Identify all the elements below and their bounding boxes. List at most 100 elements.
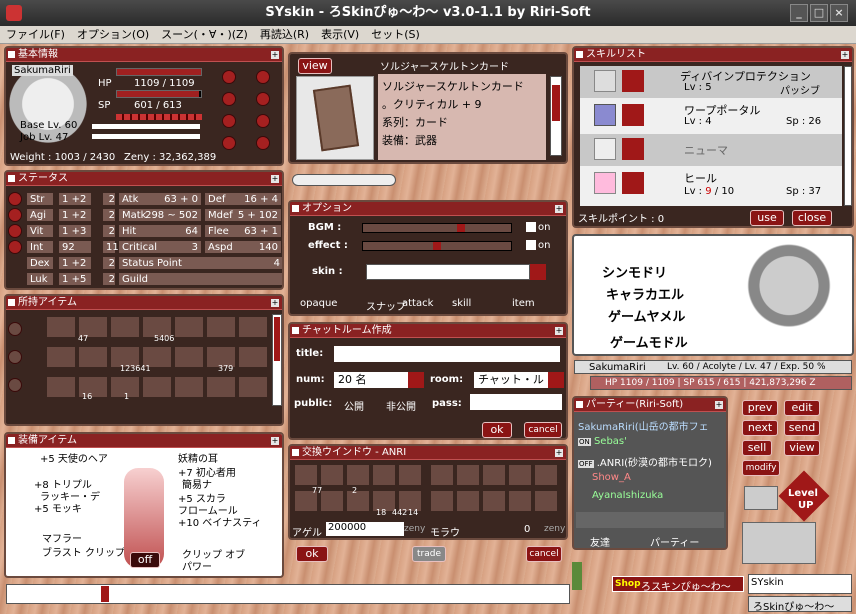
use-button[interactable]: use <box>750 210 784 226</box>
trade-give-slot[interactable] <box>372 464 396 486</box>
shop-sign[interactable]: Shop ろスキンぴゅ〜わ〜 <box>612 576 744 593</box>
sell-button[interactable]: sell <box>742 440 772 456</box>
stat-orb[interactable] <box>222 70 236 84</box>
skill-row[interactable]: ヒール Lv : 9 / 10 Sp : 37 <box>580 168 842 202</box>
stat-orb[interactable] <box>256 136 270 150</box>
next-button[interactable]: next <box>742 420 778 436</box>
room-select[interactable]: チャット・ルー <box>474 372 548 388</box>
stat-orb[interactable] <box>8 240 22 254</box>
party-member[interactable]: Show_A <box>592 472 631 483</box>
menu-file[interactable]: ファイル(F) <box>0 26 71 44</box>
menu-return-game[interactable]: ゲームモドル <box>610 332 688 351</box>
stat-orb[interactable] <box>256 114 270 128</box>
inventory-slot[interactable] <box>238 376 268 398</box>
effect-slider[interactable] <box>362 241 512 251</box>
inventory-slot[interactable] <box>206 316 236 338</box>
menu-exit-game[interactable]: ゲームヤメル <box>608 306 685 325</box>
close-button[interactable]: close <box>792 210 832 226</box>
trade-receive-slot[interactable] <box>430 464 454 486</box>
trade-give-slot[interactable] <box>294 464 318 486</box>
stat-orb[interactable] <box>256 92 270 106</box>
tab-strip[interactable] <box>292 174 396 186</box>
chevron-down-icon[interactable] <box>548 372 564 388</box>
effect-slider-thumb[interactable] <box>433 242 441 250</box>
trade-receive-slot[interactable] <box>508 490 532 512</box>
inventory-slot[interactable] <box>238 346 268 368</box>
trade-give-slot[interactable] <box>398 464 422 486</box>
nav-view-button[interactable]: view <box>784 440 820 456</box>
view-button[interactable]: view <box>298 58 332 74</box>
maximize-button[interactable]: □ <box>810 4 828 22</box>
inventory-slot[interactable] <box>142 376 172 398</box>
trade-give-slot[interactable] <box>346 464 370 486</box>
equip-slot[interactable]: ブラスト クリップ <box>42 544 125 559</box>
item-scrollbar[interactable] <box>550 76 562 156</box>
bgm-slider[interactable] <box>362 223 512 233</box>
cancel-button[interactable]: cancel <box>524 422 562 438</box>
inventory-tab[interactable] <box>8 322 22 336</box>
trade-receive-slot[interactable] <box>534 464 558 486</box>
skill-row[interactable]: ニューマ <box>580 134 842 166</box>
pass-input[interactable] <box>470 394 562 410</box>
app-icon[interactable] <box>6 5 22 21</box>
stat-orb[interactable] <box>222 136 236 150</box>
trade-give-slot[interactable] <box>320 464 344 486</box>
equip-slot[interactable]: マフラー <box>42 530 82 545</box>
skill-row[interactable]: ディバインプロテクション Lv : 5 パッシブ <box>580 66 842 98</box>
party-tab[interactable]: パーティー <box>650 534 699 548</box>
stat-raise-button[interactable]: 2 <box>102 192 116 206</box>
inventory-slot[interactable] <box>110 316 140 338</box>
stat-raise-button[interactable]: 2 <box>102 224 116 238</box>
chevron-down-icon[interactable] <box>408 372 424 388</box>
stat-raise-button[interactable]: 2 <box>102 272 116 286</box>
trade-cancel-button[interactable]: cancel <box>526 546 562 562</box>
trade-receive-slot[interactable] <box>534 490 558 512</box>
minimize-panel-button[interactable]: + <box>555 449 563 457</box>
stat-orb[interactable] <box>222 92 236 106</box>
minimize-panel-button[interactable]: + <box>841 51 849 59</box>
send-button[interactable]: send <box>784 420 820 436</box>
title-input[interactable] <box>334 346 560 362</box>
inventory-slot[interactable] <box>206 376 236 398</box>
friend-tab[interactable]: 友達 <box>590 534 610 548</box>
trade-receive-slot[interactable] <box>456 464 480 486</box>
stat-raise-button[interactable]: 2 <box>102 208 116 222</box>
stat-raise-button[interactable]: 2 <box>102 256 116 270</box>
minimize-panel-button[interactable]: + <box>271 175 279 183</box>
party-member[interactable]: AyanaIshizuka <box>592 490 663 501</box>
inventory-tab[interactable] <box>8 350 22 364</box>
stat-raise-button[interactable]: 11 <box>102 240 119 254</box>
stat-orb[interactable] <box>8 192 22 206</box>
effect-on-checkbox[interactable] <box>526 240 536 250</box>
trade-receive-slot[interactable] <box>482 464 506 486</box>
trade-receive-slot[interactable] <box>508 464 532 486</box>
minimize-panel-button[interactable]: + <box>271 437 279 445</box>
skill-row[interactable]: ワープポータル Lv : 4 Sp : 26 <box>580 100 842 132</box>
inventory-slot[interactable] <box>174 376 204 398</box>
inventory-scrollbar[interactable] <box>272 314 282 406</box>
inventory-slot[interactable] <box>174 316 204 338</box>
skill-scrollbar[interactable] <box>844 66 852 206</box>
stat-orb[interactable] <box>256 70 270 84</box>
stat-orb[interactable] <box>222 114 236 128</box>
equip-slot[interactable]: +10 ベイナスティ <box>178 514 261 529</box>
menu-set[interactable]: セット(S) <box>365 26 426 44</box>
equip-slot[interactable]: パワー <box>182 558 212 573</box>
trade-button[interactable]: trade <box>412 546 446 562</box>
inventory-slot[interactable] <box>78 346 108 368</box>
skin-select[interactable] <box>366 264 530 280</box>
give-zeny-input[interactable]: 200000 <box>326 522 404 536</box>
menu-view[interactable]: 表示(V) <box>315 26 365 44</box>
menu-change-char[interactable]: キャラカエル <box>606 284 684 303</box>
equip-slot[interactable]: 簡易ナ <box>182 476 212 491</box>
inventory-slot[interactable] <box>46 316 76 338</box>
inventory-slot[interactable] <box>238 316 268 338</box>
trade-receive-slot[interactable] <box>456 490 480 512</box>
scroll-thumb[interactable] <box>274 317 280 361</box>
minimize-panel-button[interactable]: + <box>271 299 279 307</box>
menu-reload[interactable]: 再読込(R) <box>254 26 315 44</box>
stat-orb[interactable] <box>8 224 22 238</box>
ok-button[interactable]: ok <box>482 422 512 438</box>
bgm-slider-thumb[interactable] <box>457 224 465 232</box>
scroll-thumb[interactable] <box>552 85 560 121</box>
